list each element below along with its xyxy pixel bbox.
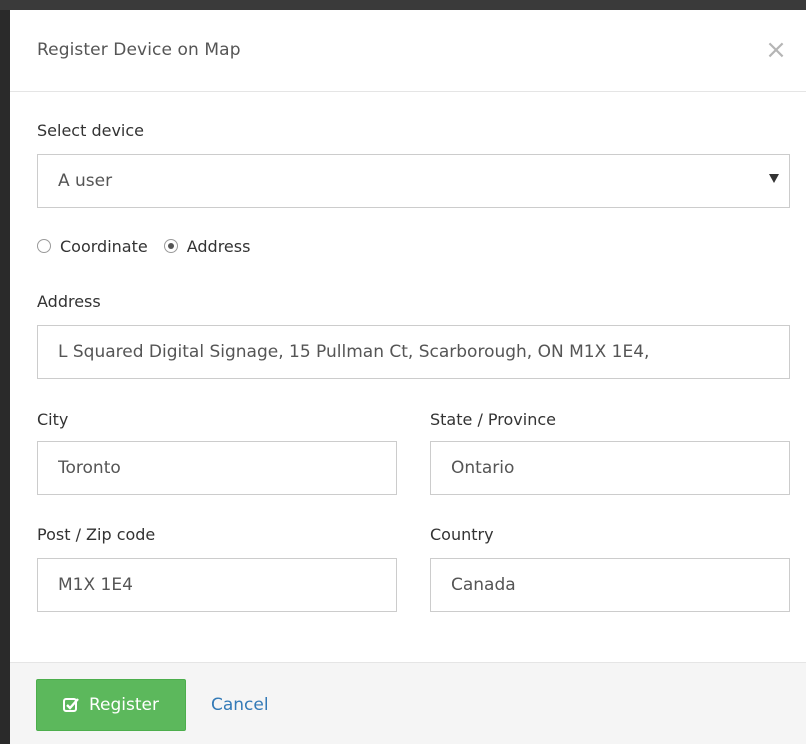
city-label: City (37, 410, 69, 429)
close-icon: × (765, 35, 787, 65)
radio-coordinate[interactable] (37, 239, 51, 253)
state-input[interactable] (451, 458, 769, 478)
zip-field[interactable] (37, 558, 397, 612)
select-device-dropdown[interactable]: A user (37, 154, 790, 208)
city-field[interactable] (37, 441, 397, 495)
radio-address[interactable] (163, 239, 178, 253)
caret-down-icon (769, 174, 779, 183)
register-button[interactable]: Register (36, 679, 186, 731)
city-input[interactable] (58, 458, 376, 478)
zip-input[interactable] (58, 575, 376, 595)
modal-footer: Register Cancel (10, 662, 806, 744)
address-label: Address (37, 292, 101, 311)
state-field[interactable] (430, 441, 790, 495)
address-field[interactable] (37, 325, 790, 379)
state-label: State / Province (430, 410, 556, 429)
modal-title: Register Device on Map (37, 40, 241, 60)
register-button-label: Register (89, 695, 159, 715)
close-button[interactable]: × (762, 36, 790, 64)
select-device-label: Select device (37, 121, 144, 140)
cancel-link[interactable]: Cancel (211, 695, 269, 715)
address-input[interactable] (58, 342, 781, 362)
register-device-modal: Register Device on Map × Select device A… (10, 10, 806, 744)
modal-header: Register Device on Map × (10, 10, 806, 92)
country-input[interactable] (451, 575, 769, 595)
location-mode-group: Coordinate Address (37, 235, 266, 257)
check-square-icon (63, 698, 79, 712)
select-device-value: A user (58, 171, 113, 191)
zip-label: Post / Zip code (37, 525, 156, 544)
country-field[interactable] (430, 558, 790, 612)
radio-address-label[interactable]: Address (187, 237, 251, 256)
radio-coordinate-label[interactable]: Coordinate (60, 237, 148, 256)
country-label: Country (430, 525, 494, 544)
page-backdrop (0, 0, 806, 10)
modal-body: Select device A user Coordinate Address … (10, 92, 806, 660)
